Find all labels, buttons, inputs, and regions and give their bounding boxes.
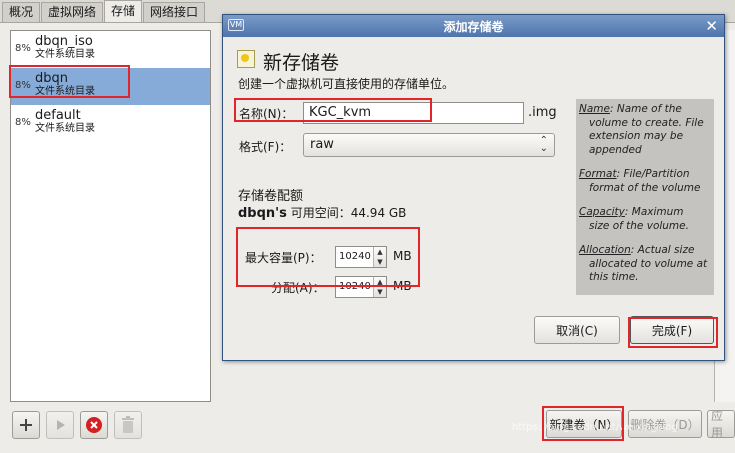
- add-storage-volume-dialog: VM 添加存储卷 ✕ 新存储卷 创建一个虚拟机可直接使用的存储单位。 名称(N)…: [222, 14, 725, 361]
- pool-type: 文件系统目录: [35, 123, 95, 134]
- finish-button[interactable]: 完成(F): [630, 316, 714, 344]
- volume-name-input[interactable]: KGC_kvm: [303, 102, 524, 124]
- available-value: 44.94 GB: [350, 206, 407, 220]
- allocation-unit: MB: [393, 279, 412, 293]
- format-select[interactable]: raw ⌃ ⌄: [303, 133, 555, 157]
- spinner-arrows-icon[interactable]: ▲ ▼: [373, 277, 386, 297]
- format-label: 格式(F)：: [239, 140, 292, 154]
- tab-network-interfaces[interactable]: 网络接口: [143, 2, 206, 22]
- format-value: raw: [310, 137, 334, 152]
- plus-icon: [20, 419, 32, 431]
- capacity-unit: MB: [393, 249, 412, 263]
- pool-item-default[interactable]: 8% default 文件系统目录: [11, 105, 210, 142]
- dialog-body: 新存储卷 创建一个虚拟机可直接使用的存储单位。 名称(N)： KGC_kvm .…: [223, 37, 726, 362]
- trash-icon: [122, 416, 134, 433]
- help-name: Name: Name of the volume to create. File …: [579, 103, 704, 156]
- allocation-value: 10240: [339, 281, 371, 292]
- pool-name: dbqn: [35, 71, 68, 86]
- tab-storage[interactable]: 存储: [104, 0, 143, 22]
- allocation-spinner[interactable]: 10240 ▲ ▼: [335, 276, 387, 298]
- pool-usage: 8%: [15, 80, 31, 91]
- stop-icon: [86, 417, 102, 433]
- pool-item-dbqn-iso[interactable]: 8% dbqn_iso 文件系统目录: [11, 31, 210, 68]
- available-space: dbqn's 可用空间：44.94 GB: [238, 204, 406, 221]
- available-label: 可用空间：: [286, 206, 351, 220]
- tab-virtual-networks[interactable]: 虚拟网络: [41, 2, 104, 22]
- storage-pool-list[interactable]: 8% dbqn_iso 文件系统目录 8% dbqn 文件系统目录 8% def…: [10, 30, 211, 402]
- tab-overview[interactable]: 概况: [2, 2, 41, 22]
- pool-toolbar: [12, 411, 142, 439]
- start-pool-button[interactable]: [46, 411, 74, 439]
- delete-pool-button[interactable]: [114, 411, 142, 439]
- dialog-titlebar: VM 添加存储卷 ✕: [223, 15, 724, 37]
- help-capacity: Capacity: Maximum size of the volume.: [579, 206, 689, 232]
- name-label: 名称(N)：: [239, 107, 294, 121]
- pool-name-label: dbqn's: [238, 206, 287, 221]
- name-suffix: .img: [528, 105, 557, 120]
- capacity-value: 10240: [339, 251, 371, 262]
- pool-item-dbqn[interactable]: 8% dbqn 文件系统目录: [11, 68, 210, 105]
- help-allocation: Allocation: Actual size allocated to volu…: [579, 244, 708, 283]
- capacity-spinner[interactable]: 10240 ▲ ▼: [335, 246, 387, 268]
- header-title: 新存储卷: [263, 52, 340, 74]
- pool-usage: 8%: [15, 117, 31, 128]
- header-subtitle: 创建一个虚拟机可直接使用的存储单位。: [238, 77, 455, 91]
- close-icon[interactable]: ✕: [705, 17, 718, 35]
- stop-pool-button[interactable]: [80, 411, 108, 439]
- apply-button[interactable]: 应用: [707, 410, 735, 438]
- cancel-button[interactable]: 取消(C): [534, 316, 620, 344]
- pool-name: default: [35, 108, 81, 123]
- quota-title: 存储卷配额: [238, 189, 304, 204]
- watermark: https://blog.csdn.net/weixin_blog: [512, 422, 678, 433]
- help-format: Format: File/Partition format of the volu…: [579, 168, 701, 194]
- capacity-label: 最大容量(P)：: [245, 251, 322, 265]
- help-panel: Name: Name of the volume to create. File …: [576, 99, 714, 295]
- chevron-updown-icon: ⌃ ⌄: [539, 135, 548, 154]
- pool-type: 文件系统目录: [35, 49, 95, 60]
- pool-type: 文件系统目录: [35, 86, 95, 97]
- pool-name: dbqn_iso: [35, 34, 93, 49]
- play-icon: [57, 420, 65, 430]
- allocation-label: 分配(A)：: [271, 281, 325, 295]
- spinner-arrows-icon[interactable]: ▲ ▼: [373, 247, 386, 267]
- add-pool-button[interactable]: [12, 411, 40, 439]
- dialog-title: 添加存储卷: [443, 20, 504, 34]
- new-volume-icon: [237, 50, 255, 68]
- pool-usage: 8%: [15, 43, 31, 54]
